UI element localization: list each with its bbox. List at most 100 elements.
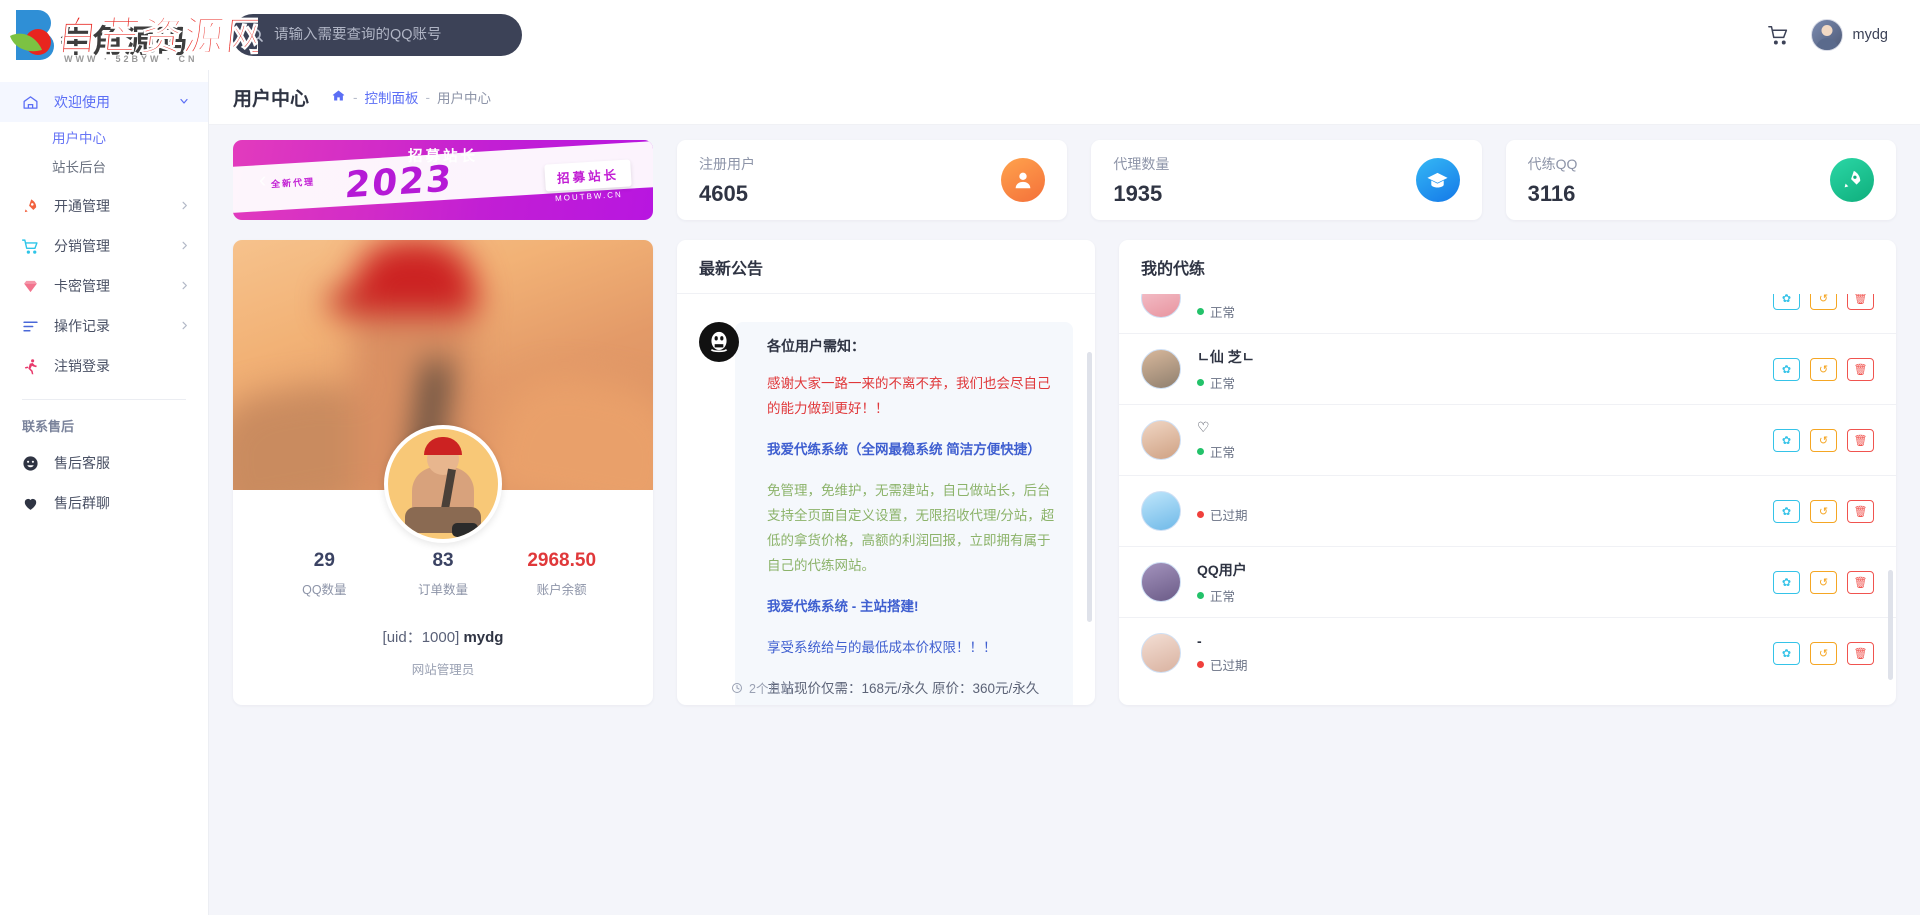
trash-icon[interactable]: 🗑 (1847, 357, 1874, 381)
status-text: 正常 (1210, 589, 1236, 604)
profile-stats: 29 QQ数量 83 订单数量 2968.50 账户余额 (233, 550, 653, 598)
table-row[interactable]: - 已过期 ✿ ↺ 🗑 (1119, 617, 1896, 688)
avatar (1141, 491, 1181, 531)
table-row[interactable]: 已过期 ✿ ↺ 🗑 (1119, 475, 1896, 546)
row-actions: ✿ ↺ 🗑 (1773, 357, 1874, 381)
table-row[interactable]: ♡ 正常 ✿ ↺ 🗑 (1119, 404, 1896, 475)
profile-uid: [uid：1000] mydg (233, 626, 653, 647)
sidebar-item-user-center[interactable]: 用户中心 (0, 122, 208, 151)
trash-icon[interactable]: 🗑 (1847, 641, 1874, 665)
sidebar-item-card-key[interactable]: 卡密管理 (0, 266, 208, 306)
status-badge: 已过期 (1197, 655, 1773, 674)
stat-value: 1935 (1113, 180, 1163, 206)
announcement-heading: 各位用户需知： (767, 338, 865, 354)
sidebar-item-welcome[interactable]: 欢迎使用 (0, 82, 208, 122)
promo-banner[interactable]: 2023 招募站长 全新代理 招募站长 MOUTBW.CN ‹ (233, 140, 653, 220)
search-box[interactable] (232, 14, 522, 56)
table-row[interactable]: 大冒险恼 正常 ✿ ↺ 🗑 (1119, 294, 1896, 333)
stat-card-registered-users: 注册用户 4605 (677, 140, 1068, 220)
avatar (1141, 633, 1181, 673)
house-icon[interactable] (331, 88, 346, 106)
rocket-icon (22, 198, 44, 215)
brand-logo[interactable]: 牛角源码 白芒资源网 WWW · 52BYW · CN (0, 0, 258, 70)
status-text: 正常 (1210, 446, 1236, 460)
page-header: 用户中心 - 控制面板 - 用户中心 (209, 70, 1920, 125)
avatar (1141, 562, 1181, 602)
refresh-icon[interactable]: ↺ (1810, 294, 1837, 310)
refresh-icon[interactable]: ↺ (1810, 570, 1837, 594)
diamond-icon (22, 278, 44, 295)
sidebar-item-distribution[interactable]: 分销管理 (0, 226, 208, 266)
page-title: 用户中心 (233, 88, 310, 110)
status-text: 已过期 (1210, 508, 1248, 523)
sidebar: 欢迎使用 用户中心 站长后台 开通管理 分销管理 卡密管理 操作记录 注销登录 … (0, 70, 209, 915)
carousel-prev-icon[interactable]: ‹ (259, 167, 266, 193)
sidebar-subitem-label: 站长后台 (52, 159, 106, 175)
agent-name: - (1197, 632, 1202, 649)
refresh-icon[interactable]: ↺ (1810, 357, 1837, 381)
refresh-icon[interactable]: ↺ (1810, 428, 1837, 452)
agent-name: ㄴ仙 芝ㄴ (1197, 348, 1255, 365)
row-info: 已过期 (1197, 499, 1773, 524)
stats-row: 2023 招募站长 全新代理 招募站长 MOUTBW.CN ‹ 注册用户 460… (233, 140, 1896, 220)
trash-icon[interactable]: 🗑 (1847, 499, 1874, 523)
profile-uid-prefix: [uid：1000] (382, 629, 460, 646)
announcement-body: 各位用户需知： 感谢大家一路一来的不离不弃，我们也会尽自己的能力做到更好！！ 我… (677, 294, 1095, 705)
status-text: 已过期 (1210, 658, 1248, 673)
refresh-icon[interactable]: ↺ (1810, 641, 1837, 665)
row-actions: ✿ ↺ 🗑 (1773, 428, 1874, 452)
profile-stat-label: QQ数量 (302, 583, 347, 597)
table-row[interactable]: QQ用户 正常 ✿ ↺ 🗑 (1119, 546, 1896, 617)
status-badge: 正常 (1197, 586, 1773, 605)
sidebar-item-logout[interactable]: 注销登录 (0, 346, 208, 386)
my-agents-scrollbar[interactable] (1888, 570, 1893, 680)
user-menu[interactable]: mydg (1810, 19, 1888, 51)
avatar (1141, 294, 1181, 318)
refresh-icon[interactable]: ↺ (1810, 499, 1837, 523)
gear-icon[interactable]: ✿ (1773, 428, 1800, 452)
trash-icon[interactable]: 🗑 (1847, 570, 1874, 594)
sidebar-item-support-group[interactable]: 售后群聊 (0, 483, 208, 523)
gear-icon[interactable]: ✿ (1773, 570, 1800, 594)
clock-icon (732, 682, 742, 693)
trash-icon[interactable]: 🗑 (1847, 428, 1874, 452)
promo-badge: 招募站长 (544, 159, 632, 192)
status-dot-icon (1197, 660, 1204, 668)
breadcrumb-link-dashboard[interactable]: 控制面板 (365, 87, 419, 107)
gear-icon[interactable]: ✿ (1773, 641, 1800, 665)
heart-icon (22, 495, 44, 512)
sidebar-item-support-service[interactable]: 售后客服 (0, 443, 208, 483)
sidebar-item-label: 开通管理 (54, 198, 110, 214)
search-input[interactable] (274, 27, 506, 43)
avatar (1141, 349, 1181, 389)
gear-icon[interactable]: ✿ (1773, 499, 1800, 523)
sidebar-item-label: 欢迎使用 (54, 94, 110, 110)
main-content: 2023 招募站长 全新代理 招募站长 MOUTBW.CN ‹ 注册用户 460… (209, 125, 1920, 915)
row-info: ♡ 正常 (1197, 419, 1773, 461)
stat-value: 3116 (1527, 180, 1576, 206)
cart-button[interactable] (1767, 25, 1789, 46)
sidebar-item-activation[interactable]: 开通管理 (0, 186, 208, 226)
status-badge: 正常 (1197, 442, 1773, 461)
trash-icon[interactable]: 🗑 (1847, 294, 1874, 310)
chevron-right-icon (179, 238, 190, 254)
gear-icon[interactable]: ✿ (1773, 294, 1800, 310)
announcement-paragraph: 我爱代练系统 - 主站搭建! (767, 598, 919, 614)
sidebar-item-admin-backend[interactable]: 站长后台 (0, 151, 208, 180)
row-info: QQ用户 正常 (1197, 560, 1773, 605)
status-text: 正常 (1210, 305, 1236, 320)
announcement-title: 最新公告 (677, 240, 1095, 294)
announcement-paragraph: 享受系统给与的最低成本价权限！！！ (767, 639, 997, 655)
profile-avatar (384, 425, 502, 543)
agent-name: ♡ (1197, 419, 1210, 435)
sidebar-item-label: 分销管理 (54, 238, 110, 254)
stat-label: 注册用户 (699, 155, 755, 172)
row-actions: ✿ ↺ 🗑 (1773, 499, 1874, 523)
sidebar-item-operation-log[interactable]: 操作记录 (0, 306, 208, 346)
announcement-scrollbar[interactable] (1087, 352, 1092, 622)
table-row[interactable]: ㄴ仙 芝ㄴ 正常 ✿ ↺ 🗑 (1119, 333, 1896, 404)
gear-icon[interactable]: ✿ (1773, 357, 1800, 381)
row-info: 大冒险恼 正常 (1197, 294, 1773, 321)
profile-stat-value: 29 (313, 550, 335, 571)
status-text: 正常 (1210, 376, 1236, 391)
